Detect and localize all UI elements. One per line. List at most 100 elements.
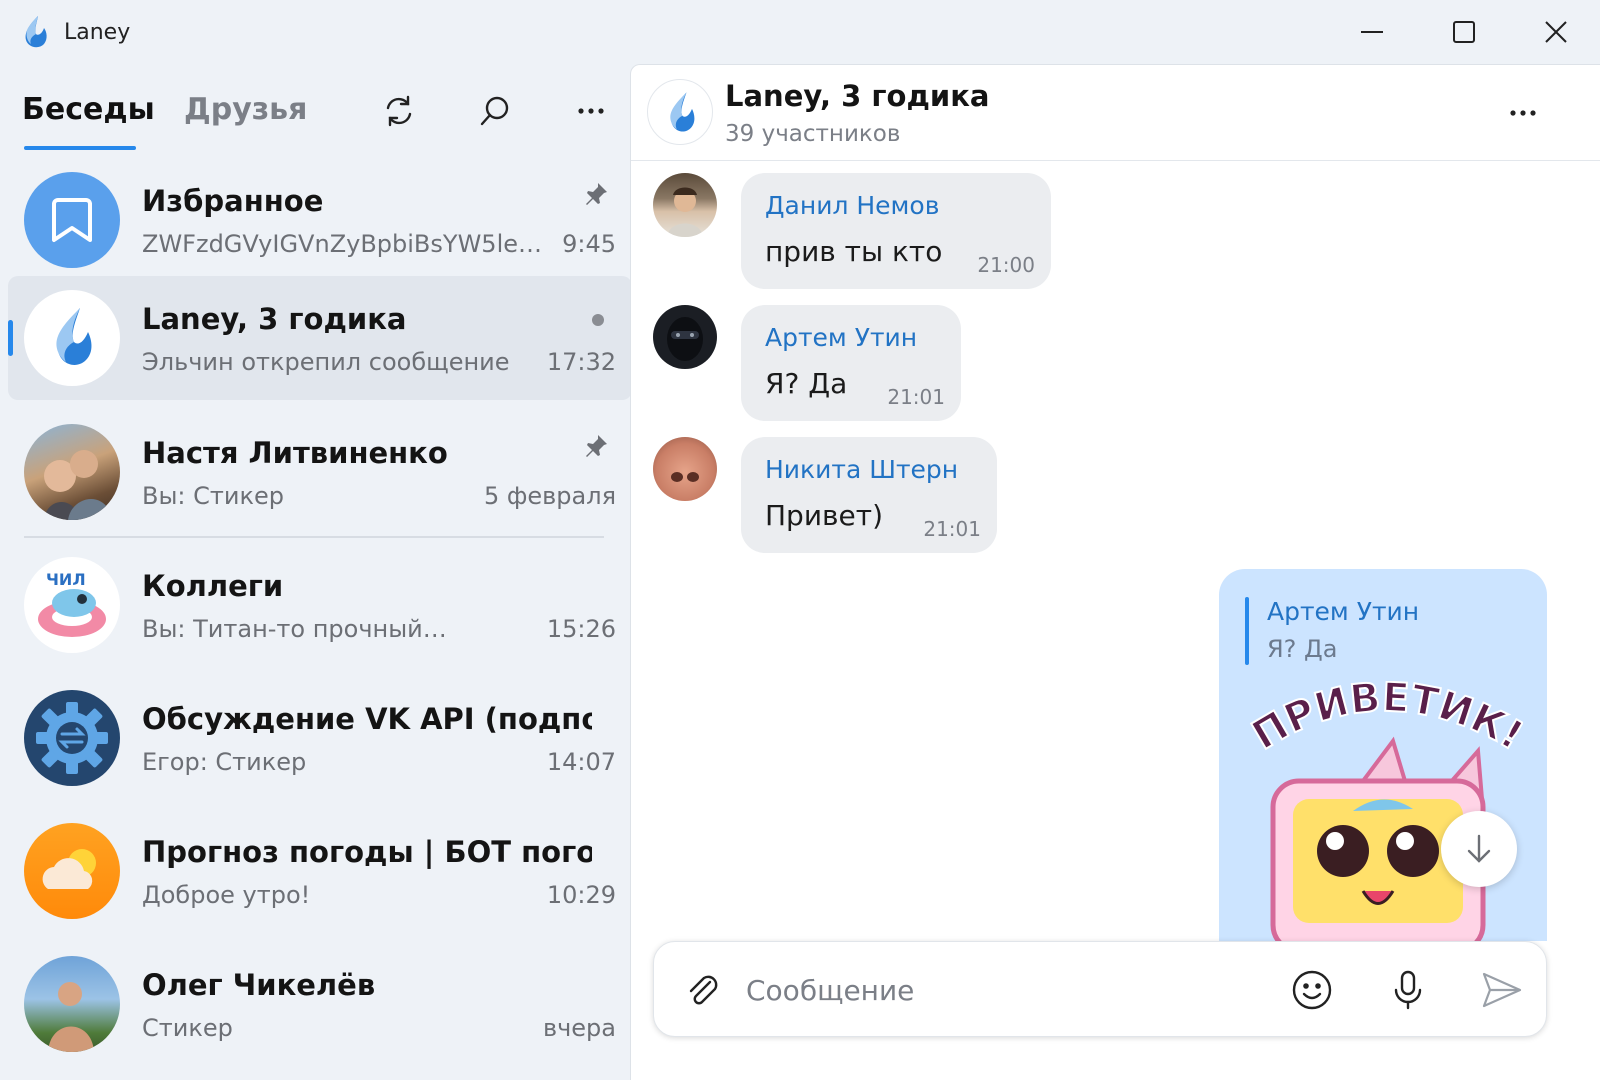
bookmark-avatar — [24, 172, 120, 268]
send-button[interactable] — [1476, 964, 1528, 1016]
voice-message-button[interactable] — [1382, 964, 1434, 1016]
sticker-avatar: ЧИЛ — [24, 557, 120, 653]
active-chat-indicator — [8, 320, 13, 356]
chat-name: Прогноз погоды | БОТ погода — [142, 835, 592, 869]
photo-icon — [667, 187, 703, 237]
more-button[interactable] — [566, 86, 616, 136]
bookmark-icon — [52, 198, 92, 242]
chat-item-favorites[interactable]: Избранное ZWFzdGVyIGVnZyBpbiBsYW5leSB… 9… — [8, 158, 632, 282]
sidebar: Беседы Друзья Избранное ZWFzdGVyIGVnZyBp… — [0, 64, 640, 1080]
send-icon — [1482, 972, 1522, 1008]
chat-item-weather[interactable]: Прогноз погоды | БОТ погода Доброе утро!… — [8, 809, 632, 933]
app-title: Laney — [64, 20, 131, 45]
chat-time: 15:26 — [546, 615, 616, 643]
bot-avatar — [24, 823, 120, 919]
message-text: прив ты кто — [765, 235, 943, 268]
unread-dot — [592, 314, 604, 326]
sidebar-tabs: Беседы Друзья — [0, 64, 640, 154]
sender-avatar[interactable] — [653, 437, 717, 501]
tab-friends[interactable]: Друзья — [184, 92, 307, 127]
chat-preview: Вы: Титан-то прочный… — [142, 615, 447, 643]
weather-icon — [42, 849, 96, 889]
chat-item-laney[interactable]: Laney, 3 годика Эльчин открепил сообщени… — [8, 276, 632, 400]
sender-avatar[interactable] — [653, 305, 717, 369]
chat-item-vk-api[interactable]: Обсуждение VK API (подполье Егор: Стикер… — [8, 676, 632, 800]
reply-indicator — [1245, 597, 1249, 665]
active-tab-indicator — [24, 146, 136, 150]
message-bubble[interactable]: Данил Немов прив ты кто 21:00 — [741, 173, 1051, 289]
reply-text: Я? Да — [1267, 635, 1338, 663]
refresh-button[interactable] — [374, 86, 424, 136]
paperclip-icon — [689, 975, 718, 1005]
message-author[interactable]: Артем Утин — [765, 323, 917, 352]
refresh-icon — [386, 95, 412, 127]
more-icon — [1510, 110, 1536, 116]
laney-logo-icon — [670, 92, 695, 132]
conversation-menu-button[interactable] — [1499, 89, 1547, 137]
sticker-caption: ПРИВЕТИК! — [1244, 681, 1523, 760]
user-avatar — [24, 956, 120, 1052]
tab-chats[interactable]: Беседы — [22, 92, 155, 127]
chat-preview: Вы: Стикер — [142, 482, 284, 510]
chat-time: 9:45 — [562, 230, 616, 258]
pin-icon — [586, 435, 607, 457]
conversation-members: 39 участников — [725, 121, 901, 147]
chat-list-divider — [24, 536, 604, 538]
close-icon — [1545, 21, 1567, 43]
svg-text:ЧИЛ: ЧИЛ — [46, 570, 86, 589]
emoji-button[interactable] — [1286, 964, 1338, 1016]
chat-item-nastya[interactable]: Настя Литвиненко Вы: Стикер 5 февраля — [8, 410, 632, 534]
laney-avatar — [24, 290, 120, 386]
more-icon — [578, 108, 604, 114]
chat-time: 17:32 — [546, 348, 616, 376]
message-bubble[interactable]: Артем Утин Я? Да 21:01 — [741, 305, 961, 421]
scroll-to-bottom-button[interactable] — [1441, 811, 1517, 887]
search-button[interactable] — [470, 86, 520, 136]
message-text: Привет) — [765, 499, 883, 532]
chat-time: 14:07 — [546, 748, 616, 776]
laney-logo-icon — [25, 16, 47, 48]
minimize-button[interactable] — [1332, 8, 1412, 56]
message-bubble[interactable]: Никита Штерн Привет) 21:01 — [741, 437, 997, 553]
chat-preview: Егор: Стикер — [142, 748, 307, 776]
conversation-avatar[interactable] — [647, 79, 713, 145]
chat-name: Олег Чикелёв — [142, 968, 376, 1002]
conversation-title: Laney, 3 годика — [725, 79, 990, 113]
chat-name: Обсуждение VK API (подполье — [142, 702, 592, 736]
chat-name: Настя Литвиненко — [142, 436, 448, 470]
photo-icon — [667, 317, 703, 361]
chat-panel: Laney, 3 годика 39 участников Данил Немо… — [630, 64, 1600, 1080]
reply-author[interactable]: Артем Утин — [1267, 597, 1419, 626]
attach-button[interactable] — [678, 966, 726, 1014]
laney-logo-icon — [56, 308, 92, 365]
chat-time: вчера — [542, 1014, 616, 1042]
chat-item-colleagues[interactable]: ЧИЛ Коллеги Вы: Титан-то прочный… 15:26 — [8, 543, 632, 667]
chat-name: Laney, 3 годика — [142, 302, 407, 336]
chat-name: Коллеги — [142, 569, 284, 603]
group-avatar — [24, 690, 120, 786]
sender-avatar[interactable] — [653, 173, 717, 237]
photo-icon — [671, 472, 699, 482]
close-button[interactable] — [1516, 8, 1596, 56]
outgoing-message-bubble[interactable]: Артем Утин Я? Да ПРИВЕТИК! — [1219, 569, 1547, 941]
maximize-button[interactable] — [1424, 8, 1504, 56]
title-bar: Laney — [0, 0, 1600, 64]
message-time: 21:01 — [887, 385, 945, 409]
photo-icon — [48, 982, 94, 1052]
sticker-icon: ЧИЛ — [38, 570, 106, 637]
gear-api-icon — [36, 702, 108, 774]
svg-text:ПРИВЕТИК!: ПРИВЕТИК! — [1245, 681, 1523, 759]
message-input[interactable] — [746, 964, 1266, 1016]
chat-preview: Эльчин открепил сообщение — [142, 348, 510, 376]
chat-time: 5 февраля — [483, 482, 616, 510]
message-time: 21:01 — [923, 517, 981, 541]
pin-icon — [586, 183, 607, 205]
minimize-icon — [1361, 31, 1383, 33]
chat-preview: Доброе утро! — [142, 881, 311, 909]
microphone-icon — [1394, 970, 1422, 1010]
message-author[interactable]: Никита Штерн — [765, 455, 958, 484]
maximize-icon — [1453, 21, 1475, 43]
chat-item-oleg[interactable]: Олег Чикелёв Стикер вчера — [8, 942, 632, 1066]
message-author[interactable]: Данил Немов — [765, 191, 939, 220]
chat-name: Избранное — [142, 184, 324, 218]
